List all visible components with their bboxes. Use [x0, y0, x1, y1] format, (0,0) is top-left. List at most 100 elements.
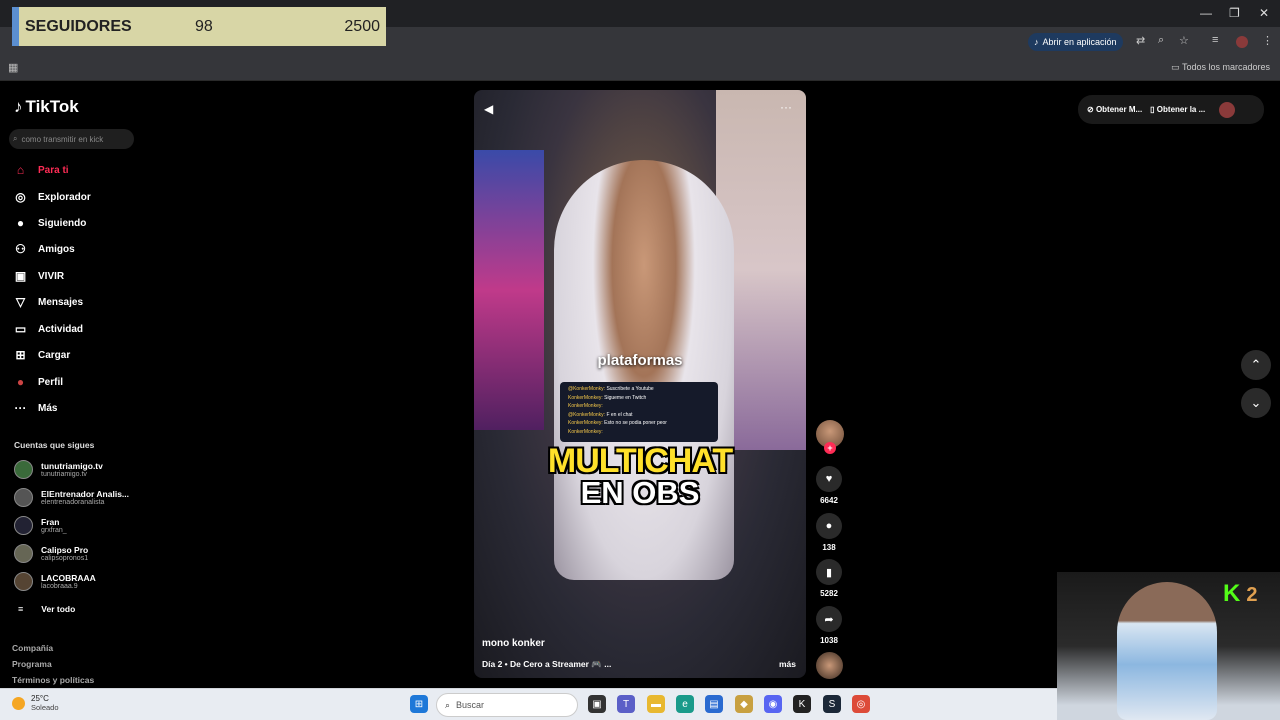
kick-app-icon[interactable]: K: [793, 695, 811, 713]
get-coins-button[interactable]: ⊘ Obtener M...: [1087, 105, 1142, 114]
chat-line: @KonkerMonky: Suscribete a Youtube: [568, 385, 710, 394]
maximize-icon[interactable]: ❐: [1229, 6, 1240, 20]
music-disc[interactable]: [816, 652, 843, 679]
sidebar-item-actividad[interactable]: ▭ Actividad: [13, 322, 83, 336]
tiktok-note-icon: ♪: [14, 97, 23, 116]
chat-line: KonkerMonkey: Esto no se podia poner peo…: [568, 419, 710, 428]
footer-link[interactable]: Términos y políticas: [12, 675, 94, 685]
taskbar-search[interactable]: ⌕ Buscar: [436, 693, 578, 717]
tiktok-logo[interactable]: ♪ TikTok: [14, 97, 79, 117]
like-count: 6642: [820, 496, 838, 505]
avatar: [14, 488, 33, 507]
minimize-icon[interactable]: —: [1200, 6, 1212, 20]
next-video-button[interactable]: ⌄: [1241, 388, 1271, 418]
sidebar-item-perfil[interactable]: ● Perfil: [13, 375, 63, 389]
account-handle: lacobraaa.9: [41, 583, 78, 590]
avatar: [14, 460, 33, 479]
webcam-overlay: K2: [1057, 572, 1280, 720]
chat-user: @KonkerMonky:: [568, 411, 606, 418]
following-account[interactable]: tunutriamigo.tv tunutriamigo.tv: [14, 460, 103, 479]
more-options-icon[interactable]: ···: [780, 100, 792, 114]
sidebar-item-amigos[interactable]: ⚇ Amigos: [13, 242, 75, 256]
sidebar-item-explorador[interactable]: ◎ Explorador: [13, 190, 91, 204]
overlay-current: 98: [195, 17, 213, 35]
get-coins-label: Obtener M...: [1095, 105, 1143, 114]
video-caption: plataformas: [597, 352, 683, 369]
compass-icon: ◎: [15, 190, 26, 204]
profile-avatar-icon[interactable]: [1236, 36, 1248, 48]
save-action[interactable]: ▮ 5282: [816, 559, 842, 598]
windows-start-icon[interactable]: ⊞: [410, 695, 428, 713]
weather-widget[interactable]: 25°C Soleado: [12, 694, 59, 712]
sidebar-item-mensajes[interactable]: ▽ Mensajes: [13, 295, 83, 309]
following-account[interactable]: Calipso Pro calipsopronos1: [14, 544, 88, 563]
open-in-app-button[interactable]: ♪ Abrir en aplicación: [1028, 33, 1123, 51]
apps-grid-icon[interactable]: ▦: [8, 61, 18, 74]
like-action[interactable]: ♥ 6642: [816, 466, 842, 505]
chat-user: KonkerMonkey:: [568, 394, 603, 401]
more-icon: ···: [14, 401, 27, 415]
search-icon: ⌕: [445, 699, 451, 710]
chat-text: Esto no se podia poner peor: [604, 420, 667, 426]
sidebar-item-cargar[interactable]: ⊞ Cargar: [13, 348, 70, 362]
avatar: [14, 544, 33, 563]
overlay-strip: [12, 7, 19, 46]
volume-icon[interactable]: ◀: [484, 102, 493, 116]
chat-user: KonkerMonkey:: [568, 403, 603, 409]
follow-plus-icon[interactable]: +: [824, 442, 836, 454]
steam-icon[interactable]: S: [823, 695, 841, 713]
comment-action[interactable]: ● 138: [816, 513, 842, 552]
open-in-app-label: Abrir en aplicación: [1042, 37, 1117, 47]
user-avatar[interactable]: [1219, 101, 1236, 118]
following-account[interactable]: Fran grxfran_: [14, 516, 67, 535]
sidebar-item-mas[interactable]: ··· Más: [13, 401, 58, 415]
zoom-icon[interactable]: ⌕: [1158, 34, 1164, 47]
get-app-button[interactable]: ▯ Obtener la ...: [1150, 105, 1205, 114]
share-action[interactable]: ➦ 1038: [816, 606, 842, 645]
search-input[interactable]: ⌕ como transmitir en kick: [9, 129, 134, 149]
sidebar-item-siguiendo[interactable]: ● Siguiendo: [13, 216, 86, 230]
all-bookmarks-link[interactable]: ▭ Todos los marcadores: [1171, 62, 1270, 73]
task-view-icon[interactable]: ▣: [588, 695, 606, 713]
teams-icon[interactable]: T: [617, 695, 635, 713]
overlay-label: SEGUIDORES: [25, 17, 132, 35]
sidebar-item-label: Cargar: [38, 349, 71, 361]
video-author[interactable]: mono konker: [482, 638, 545, 649]
following-account[interactable]: LACOBRAAA lacobraaa.9: [14, 572, 96, 591]
game-icon[interactable]: ◆: [735, 695, 753, 713]
sidebar-item-vivir[interactable]: ▣ VIVIR: [13, 269, 64, 283]
chrome-icon[interactable]: ◎: [852, 695, 870, 713]
edge-icon[interactable]: e: [676, 695, 694, 713]
search-icon: ⌕: [13, 134, 18, 143]
see-all-link[interactable]: ≡ Ver todo: [14, 604, 75, 614]
chat-text: Sigueme en Twitch: [604, 394, 647, 401]
previous-video-button[interactable]: ⌃: [1241, 350, 1271, 380]
bookmarks-bar: [0, 55, 1280, 81]
folder-icon: ▭: [1171, 62, 1180, 72]
chat-text: F en el chat: [606, 411, 633, 418]
star-icon[interactable]: ☆: [1179, 34, 1189, 47]
file-explorer-icon[interactable]: ▬: [647, 695, 665, 713]
footer-link[interactable]: Compañía: [12, 643, 53, 653]
video-player[interactable]: ◀ ··· plataformas @KonkerMonky: Suscribe…: [474, 90, 806, 678]
see-all-label: Ver todo: [41, 604, 76, 614]
list-icon: ≡: [18, 604, 24, 614]
discord-icon[interactable]: ◉: [764, 695, 782, 713]
kebab-menu-icon[interactable]: ⋮: [1262, 34, 1273, 47]
account-name: tunutriamigo.tv: [41, 461, 103, 471]
store-icon[interactable]: ▤: [705, 695, 723, 713]
avatar: [14, 516, 33, 535]
footer-link[interactable]: Programa: [12, 659, 52, 669]
account-name: Calipso Pro: [41, 545, 89, 555]
translate-icon[interactable]: ⇄: [1136, 34, 1145, 47]
sidebar-item-para-ti[interactable]: ⌂ Para ti: [13, 163, 69, 177]
media-icon[interactable]: ≡: [1212, 34, 1218, 46]
avatar: [14, 572, 33, 591]
close-icon[interactable]: ✕: [1259, 6, 1269, 20]
profile-icon: ●: [16, 375, 25, 389]
more-link[interactable]: más: [779, 659, 796, 669]
get-app-label: Obtener la ...: [1156, 105, 1206, 114]
following-account[interactable]: ElEntrenador Analis... elentrenadoranalis…: [14, 488, 129, 507]
share-icon: ➦: [816, 606, 842, 632]
sidebar-item-label: Actividad: [38, 323, 84, 335]
